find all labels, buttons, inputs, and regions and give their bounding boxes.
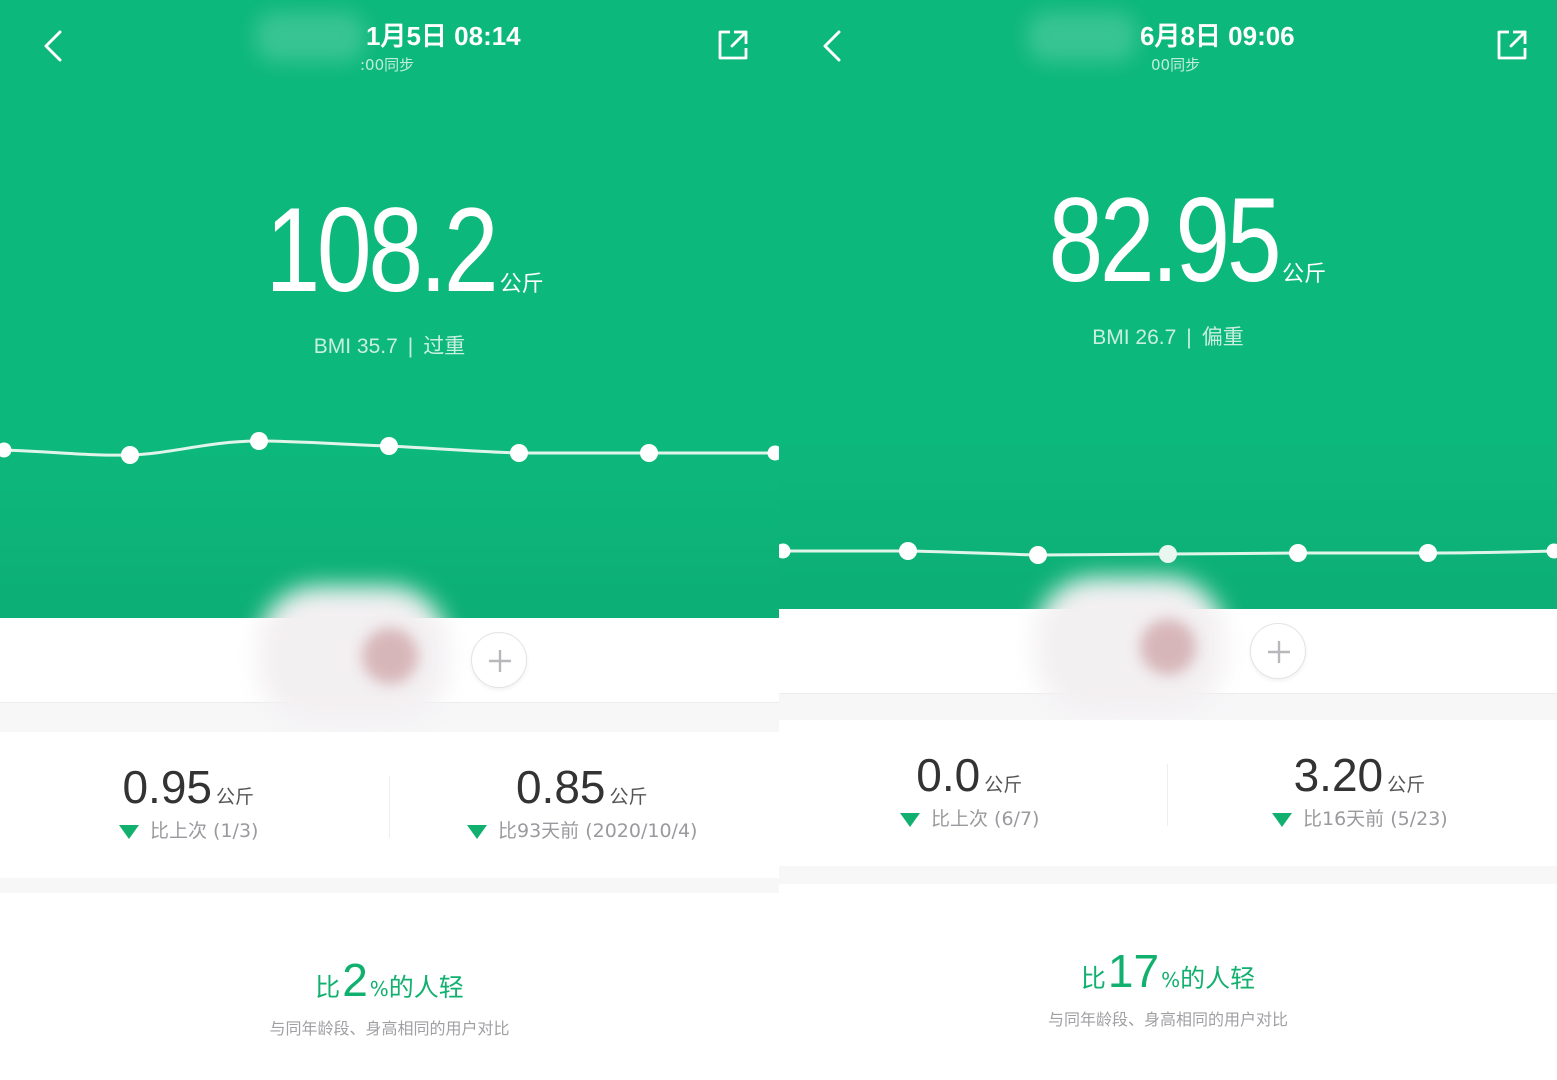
plus-icon	[1268, 641, 1290, 663]
user-avatar-strip	[0, 586, 779, 726]
trend-point[interactable]	[0, 442, 12, 458]
percentile-sign: %	[1161, 968, 1181, 992]
percentile-prefix: 比	[1080, 964, 1106, 993]
trend-point[interactable]	[1546, 543, 1557, 559]
percentile-sign: %	[369, 977, 389, 1001]
comparison-screens: 1月5日 08:14 :00同步 108.2公斤 BMI 35.7|过重	[0, 0, 1557, 1080]
trend-point[interactable]	[380, 437, 398, 455]
change-since-period[interactable]: 0.85 公斤 比93天前 (2020/10/4)	[466, 760, 697, 843]
percentile-number: 17	[1107, 945, 1160, 997]
percentile-prefix: 比	[315, 973, 341, 1002]
weight-trend-chart[interactable]	[0, 0, 779, 618]
avatar-halo	[258, 586, 448, 726]
percentile-suffix: 的人轻	[1180, 964, 1256, 993]
weight-hero: 6月8日 09:06 00同步 82.95 公斤 BMI 26.7 | 偏重	[779, 0, 1557, 609]
change-since-period[interactable]: 3.20 公斤 比16天前 (5/23)	[1271, 748, 1448, 831]
change-since-last[interactable]: 0.95 公斤 比上次 (1/3)	[118, 760, 258, 843]
change-compare: 比上次 (1/3)	[150, 820, 259, 842]
trend-point[interactable]	[1029, 546, 1047, 564]
user-avatar[interactable]	[362, 628, 418, 684]
plus-icon	[489, 650, 511, 672]
trend-point[interactable]	[779, 543, 791, 559]
weight-screen-left: 1月5日 08:14 :00同步 108.2公斤 BMI 35.7|过重	[0, 0, 779, 1080]
weight-trend-chart[interactable]	[779, 0, 1557, 609]
change-value: 0.95	[122, 761, 212, 813]
change-since-last[interactable]: 0.0 公斤 比上次 (6/7)	[899, 748, 1039, 831]
avatar-halo	[1035, 577, 1225, 717]
change-unit: 公斤	[1387, 774, 1426, 796]
percentile-card: 比17 %的人轻 与同年龄段、身高相同的用户对比	[779, 884, 1557, 1080]
change-value: 3.20	[1293, 749, 1384, 801]
trend-point[interactable]	[640, 444, 658, 462]
change-value: 0.85	[515, 761, 606, 813]
user-avatar[interactable]	[1140, 619, 1196, 675]
triangle-down-icon	[467, 824, 487, 839]
trend-point[interactable]	[1159, 545, 1177, 563]
change-unit: 公斤	[215, 786, 254, 808]
trend-point[interactable]	[250, 432, 268, 450]
weight-change-card: 0.95 公斤 比上次 (1/3) 0.85 公斤 比93天前 (2020/10/4…	[0, 732, 779, 878]
weight-change-card: 0.0 公斤 比上次 (6/7) 3.20 公斤 比16天前 (5/23)	[779, 720, 1557, 866]
percentile-card: 比2 %的人轻 与同年龄段、身高相同的用户对比	[0, 893, 779, 1080]
triangle-down-icon	[900, 812, 920, 827]
change-unit: 公斤	[984, 774, 1023, 796]
trend-point[interactable]	[510, 444, 528, 462]
change-value: 0.0	[916, 749, 981, 801]
percentile-note: 与同年龄段、身高相同的用户对比	[269, 1019, 510, 1038]
trend-point[interactable]	[1289, 544, 1307, 562]
change-compare: 比上次 (6/7)	[931, 808, 1040, 830]
add-user-button[interactable]	[471, 632, 527, 688]
change-compare: 比16天前 (5/23)	[1303, 808, 1448, 830]
percentile-headline: 比17 %的人轻	[779, 944, 1557, 998]
percentile-note: 与同年龄段、身高相同的用户对比	[1047, 1010, 1288, 1029]
percentile-headline: 比2 %的人轻	[0, 953, 779, 1007]
trend-point[interactable]	[121, 446, 139, 464]
triangle-down-icon	[119, 824, 139, 839]
weight-hero: 1月5日 08:14 :00同步 108.2 公斤 BMI 35.7 | 过重	[0, 0, 779, 618]
weight-screen-right: 6月8日 09:06 00同步 82.95 公斤 BMI 26.7 | 偏重 0…	[779, 0, 1557, 1080]
percentile-number: 2	[342, 954, 368, 1006]
trend-point[interactable]	[1419, 544, 1437, 562]
change-unit: 公斤	[609, 786, 648, 808]
stat-divider	[1167, 764, 1168, 826]
trend-point[interactable]	[767, 445, 780, 461]
change-compare: 比93天前 (2020/10/4)	[498, 820, 698, 842]
triangle-down-icon	[1272, 812, 1292, 827]
stat-divider	[389, 776, 390, 838]
trend-point[interactable]	[899, 542, 917, 560]
user-avatar-strip	[779, 577, 1557, 717]
percentile-suffix: 的人轻	[388, 973, 464, 1002]
add-user-button[interactable]	[1250, 623, 1306, 679]
